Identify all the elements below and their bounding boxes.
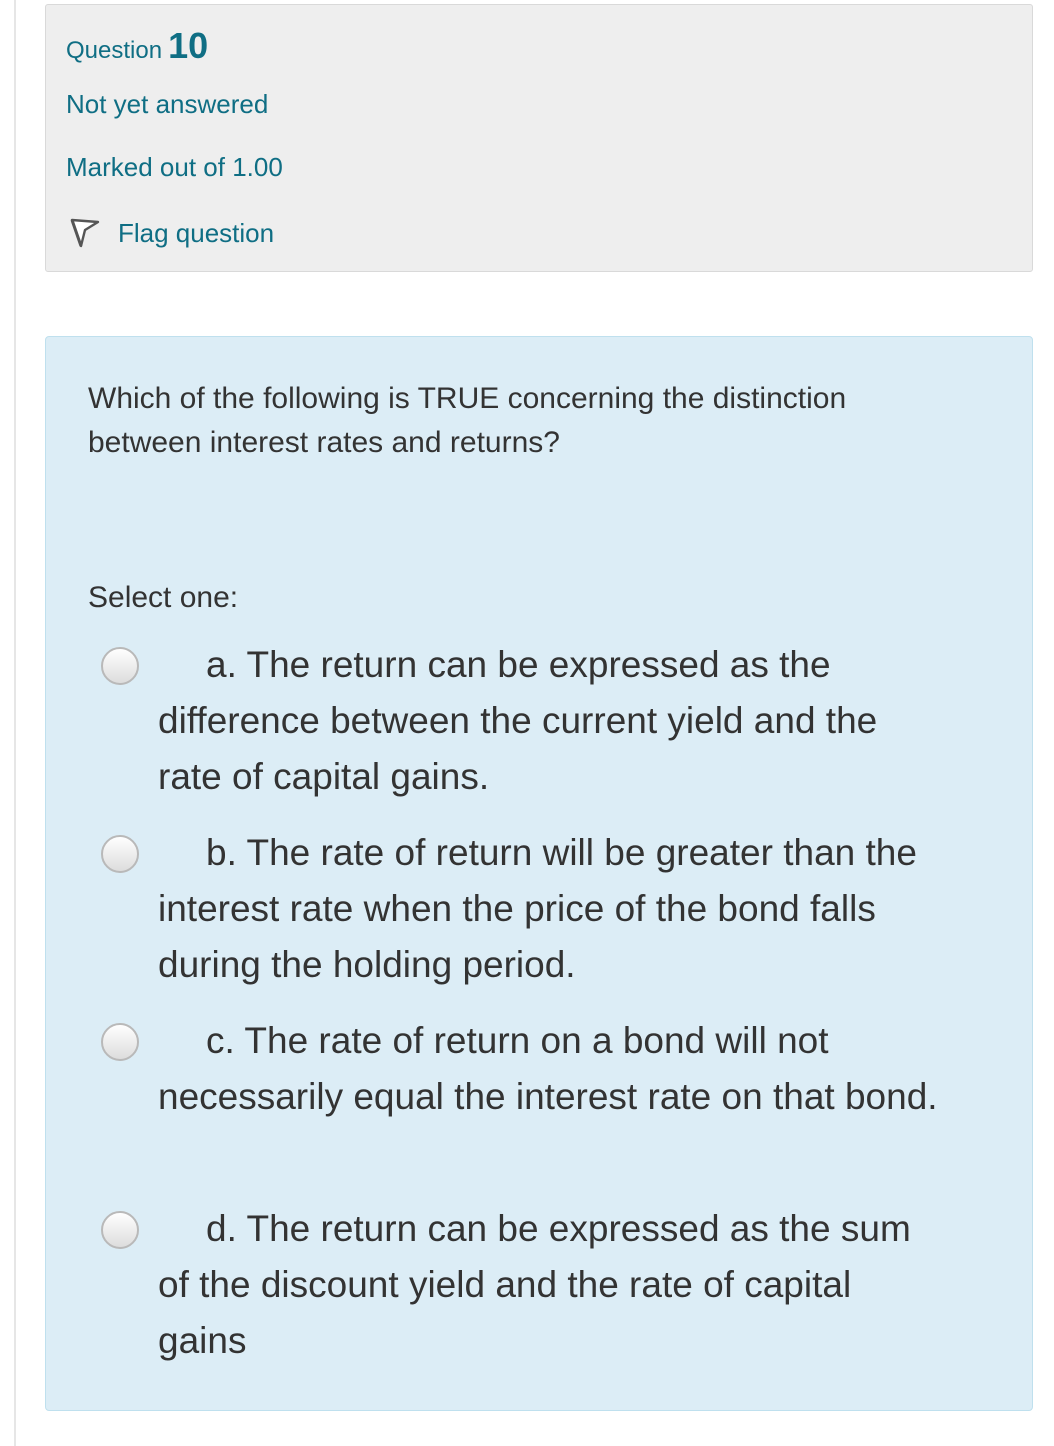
question-text: Which of the following is TRUE concernin… <box>88 382 847 459</box>
question-number: 10 <box>168 25 209 66</box>
radio-button[interactable] <box>101 835 139 873</box>
question-content-panel: Which of the following is TRUE concernin… <box>45 336 1033 1411</box>
question-info-panel: Question 10 Not yet answered Marked out o… <box>45 4 1033 272</box>
answer-option-label[interactable]: b. The rate of return will be greater th… <box>158 825 948 993</box>
question-state: Not yet answered <box>66 89 269 119</box>
flag-question-link[interactable]: Flag question <box>68 213 274 253</box>
left-divider <box>14 0 16 1446</box>
answer-option-label[interactable]: c. The rate of return on a bond will not… <box>158 1013 948 1125</box>
quiz-page: Question 10 Not yet answered Marked out o… <box>0 0 1054 1446</box>
flag-question-label: Flag question <box>118 217 275 248</box>
radio-button[interactable] <box>101 647 139 685</box>
answer-option-label[interactable]: a. The return can be expressed as the di… <box>158 637 948 805</box>
select-one-prompt: Select one: <box>88 581 239 614</box>
question-label: Question <box>66 37 163 64</box>
question-grade: Marked out of 1.00 <box>66 152 283 182</box>
question-heading: Question 10 <box>66 25 208 67</box>
radio-button[interactable] <box>101 1023 139 1061</box>
answer-option-label[interactable]: d. The return can be expressed as the su… <box>158 1201 948 1369</box>
flag-icon <box>70 218 100 248</box>
radio-button[interactable] <box>101 1211 139 1249</box>
